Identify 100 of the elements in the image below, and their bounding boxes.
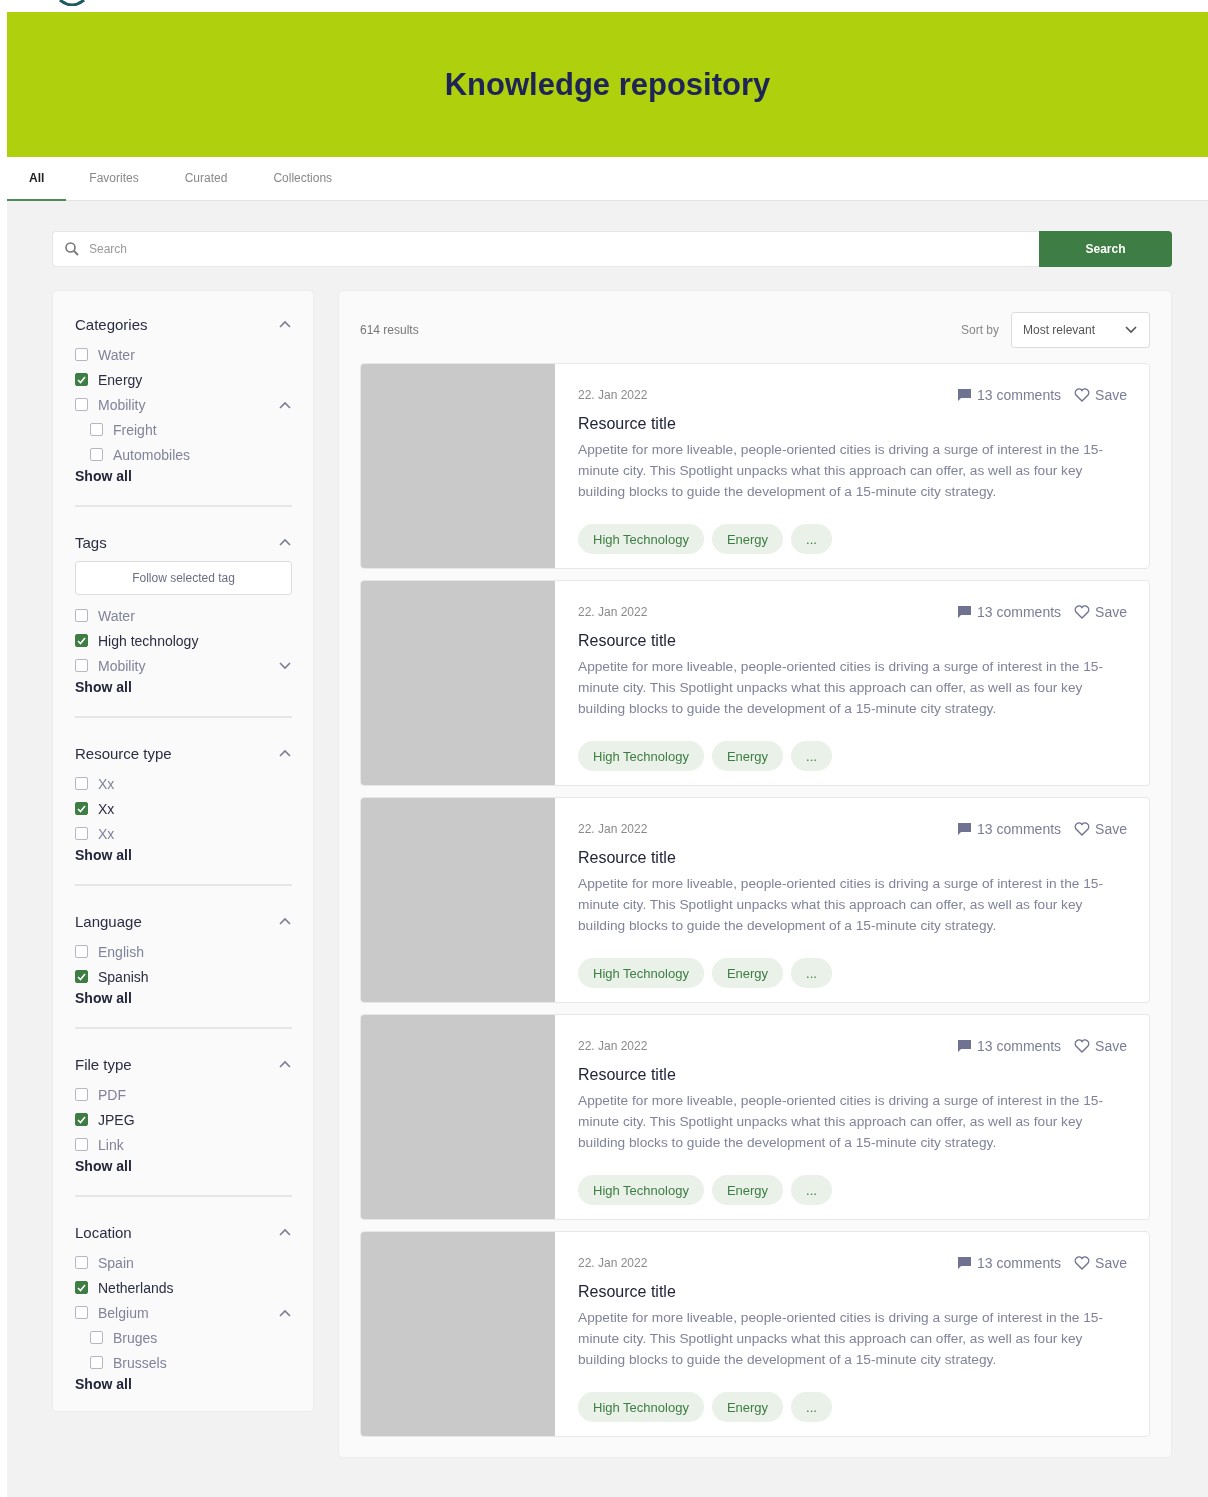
page-title: Knowledge repository [444,66,771,103]
checkbox[interactable] [90,448,103,461]
heart-icon [1074,388,1091,402]
chevron-up-icon [279,538,291,546]
comments-button[interactable]: 13 comments [957,604,1062,620]
resource-description: Appetite for more liveable, people-oriented cities is driving a surge of interest in the 15-minute city. This Spotlight unpacks what this approach can offer, as well as four key building blocks to guide the development of a 15-minute city strategy. [578,441,1104,501]
chevron-up-icon [279,400,291,409]
show-all-link[interactable]: Show all [75,1376,132,1392]
resource-title: Resource title [578,1066,677,1084]
checkbox[interactable] [75,1088,88,1101]
resource-title: Resource title [578,632,677,650]
checkbox[interactable] [75,1256,88,1269]
chevron-up-icon [279,749,291,757]
comments-button[interactable]: 13 comments [957,387,1062,403]
filter-heading: Categories [75,315,148,333]
checkbox[interactable] [90,1356,103,1369]
checkbox[interactable] [75,609,88,622]
resource-title: Resource title [578,849,677,867]
tag-chip[interactable]: High Technology [578,1392,704,1422]
checkbox[interactable] [75,827,88,840]
filter-option: Spanish [98,968,149,985]
save-button[interactable]: Save [1074,604,1127,620]
checkbox[interactable] [75,659,88,672]
result-count: 614 results [360,323,419,337]
checkbox[interactable] [75,348,88,361]
tag-chip[interactable]: ... [791,1392,832,1422]
filter-option: High technology [98,632,199,649]
save-button[interactable]: Save [1074,387,1127,403]
chevron-down-icon [279,661,291,670]
filter-option: Belgium [98,1304,149,1321]
checkbox[interactable] [75,945,88,958]
heart-icon [1074,1039,1091,1053]
search-field[interactable]: Search [52,231,1039,267]
comments-button[interactable]: 13 comments [957,821,1062,837]
filter-option: English [98,943,144,960]
filter-option: Xx [98,775,115,792]
follow-tag-button[interactable]: Follow selected tag [75,561,292,595]
tab[interactable]: Collections [250,157,356,201]
checkbox[interactable] [75,398,88,411]
tag-chip[interactable]: High Technology [578,524,704,554]
checkbox[interactable] [75,1281,88,1294]
tag-chip[interactable]: ... [791,1175,832,1205]
filter-option: Mobility [98,396,146,413]
checkbox[interactable] [75,1306,88,1319]
tag-chip[interactable]: Energy [711,741,784,771]
show-all-link[interactable]: Show all [75,990,132,1006]
filter-option: Netherlands [98,1279,174,1296]
resource-date: 22. Jan 2022 [578,1039,648,1053]
heart-icon [1074,1256,1091,1270]
filter-option: Water [98,346,135,363]
checkbox[interactable] [75,802,88,815]
tag-chip[interactable]: Energy [711,1392,784,1422]
tag-chip[interactable]: Energy [711,524,784,554]
chevron-up-icon [279,1228,291,1236]
checkbox[interactable] [75,777,88,790]
heart-icon [1074,822,1091,836]
tab[interactable]: Curated [161,157,251,201]
resource-description: Appetite for more liveable, people-oriented cities is driving a surge of interest in the 15-minute city. This Spotlight unpacks what this approach can offer, as well as four key building blocks to guide the development of a 15-minute city strategy. [578,875,1104,935]
chevron-up-icon [279,917,291,925]
filter-option: Water [98,607,135,624]
show-all-link[interactable]: Show all [75,679,132,695]
comments-button[interactable]: 13 comments [957,1255,1062,1271]
resource-description: Appetite for more liveable, people-oriented cities is driving a surge of interest in the 15-minute city. This Spotlight unpacks what this approach can offer, as well as four key building blocks to guide the development of a 15-minute city strategy. [578,658,1104,718]
tag-chip[interactable]: ... [791,524,832,554]
save-button[interactable]: Save [1074,1038,1127,1054]
checkbox[interactable] [75,634,88,647]
comment-icon [957,822,973,836]
tag-chip[interactable]: ... [791,958,832,988]
tab[interactable]: Favorites [66,157,162,201]
checkbox[interactable] [75,373,88,386]
show-all-link[interactable]: Show all [75,847,132,863]
checkbox[interactable] [90,1331,103,1344]
show-all-link[interactable]: Show all [75,1158,132,1174]
filter-option: Automobiles [113,446,191,463]
filter-heading: Location [75,1223,132,1241]
checkbox[interactable] [90,423,103,436]
comment-icon [957,1256,973,1270]
filter-option: JPEG [98,1111,135,1128]
sort-dropdown[interactable]: Most relevant [1011,312,1150,348]
tag-chip[interactable]: Energy [711,1175,784,1205]
show-all-link[interactable]: Show all [75,468,132,484]
resource-description: Appetite for more liveable, people-oriented cities is driving a surge of interest in the 15-minute city. This Spotlight unpacks what this approach can offer, as well as four key building blocks to guide the development of a 15-minute city strategy. [578,1309,1104,1369]
comments-button[interactable]: 13 comments [957,1038,1062,1054]
checkbox[interactable] [75,1138,88,1151]
filter-heading: Language [75,912,142,930]
tag-chip[interactable]: ... [791,741,832,771]
comment-icon [957,605,973,619]
tag-chip[interactable]: High Technology [578,1175,704,1205]
resource-title: Resource title [578,415,677,433]
filter-option: Mobility [98,657,146,674]
tag-chip[interactable]: High Technology [578,958,704,988]
save-button[interactable]: Save [1074,1255,1127,1271]
search-button[interactable]: Search [1039,231,1172,267]
checkbox[interactable] [75,1113,88,1126]
comment-icon [957,388,973,402]
tag-chip[interactable]: High Technology [578,741,704,771]
tag-chip[interactable]: Energy [711,958,784,988]
checkbox[interactable] [75,970,88,983]
save-button[interactable]: Save [1074,821,1127,837]
heart-icon [1074,605,1091,619]
